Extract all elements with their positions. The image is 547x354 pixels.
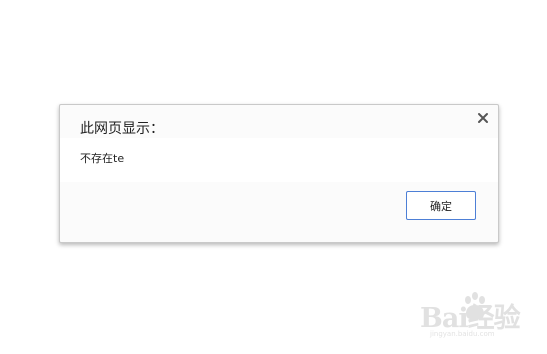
message-area: 不存在te [60, 138, 498, 182]
dialog-message: 不存在te [80, 152, 125, 165]
watermark-url: jingyan.baidu.com [430, 330, 495, 338]
page: 此网页显示： 不存在te 确定 Bai经验 jingyan.baidu.com [0, 0, 547, 354]
baidu-paw-icon [462, 292, 488, 322]
ok-button[interactable]: 确定 [406, 191, 476, 220]
dialog-title: 此网页显示： [80, 121, 164, 137]
watermark: Bai经验 jingyan.baidu.com [420, 292, 540, 350]
close-icon[interactable] [477, 112, 489, 124]
alert-dialog: 此网页显示： 不存在te 确定 [59, 104, 499, 243]
